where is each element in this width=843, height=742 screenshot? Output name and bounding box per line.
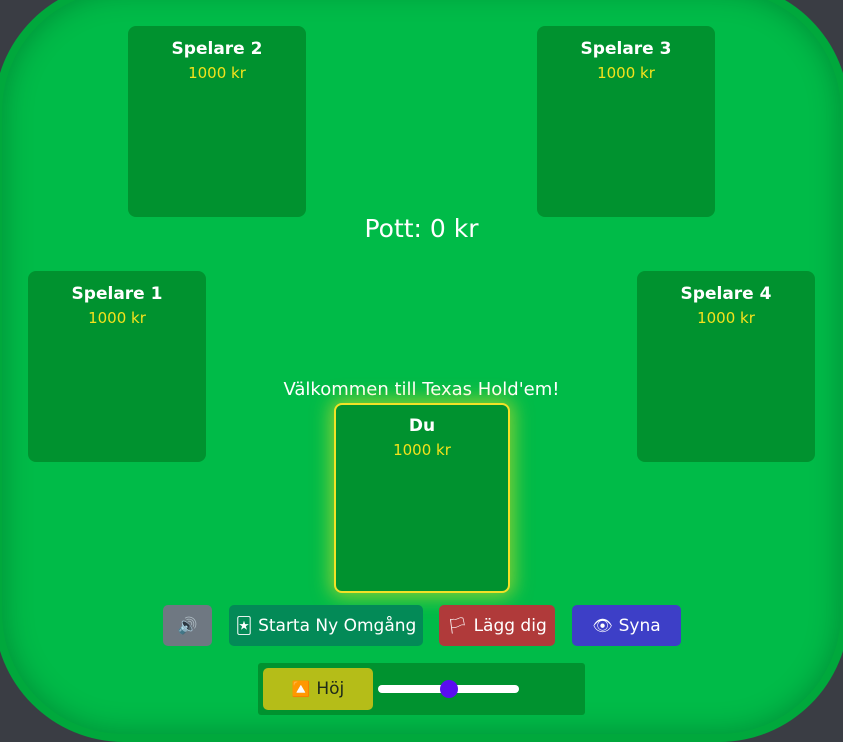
player-seat-2: Spelare 2 1000 kr xyxy=(128,26,306,217)
raise-controls: 🔼 Höj xyxy=(258,663,585,715)
sound-toggle-button[interactable]: 🔊 xyxy=(163,605,212,646)
player-seat-you: Du 1000 kr xyxy=(334,403,510,593)
player-seat-1: Spelare 1 1000 kr xyxy=(28,271,206,462)
raise-label: Höj xyxy=(316,679,345,699)
raise-button[interactable]: 🔼 Höj xyxy=(263,668,373,710)
fold-button[interactable]: 🏳 Lägg dig xyxy=(439,605,555,646)
call-label: Syna xyxy=(618,615,661,636)
new-round-label: Starta Ny Omgång xyxy=(258,615,417,636)
white-flag-icon: 🏳 xyxy=(447,616,468,635)
player-name: Spelare 4 xyxy=(680,284,772,304)
player-seat-4: Spelare 4 1000 kr xyxy=(637,271,815,462)
player-chips: 1000 kr xyxy=(697,309,755,327)
player-name: Spelare 3 xyxy=(580,39,672,59)
pot-label: Pott: 0 kr xyxy=(364,214,479,243)
fold-label: Lägg dig xyxy=(473,615,547,636)
up-arrow-icon: 🔼 xyxy=(291,680,311,698)
player-name: Spelare 2 xyxy=(171,39,263,59)
player-chips: 1000 kr xyxy=(597,64,655,82)
speaker-icon: 🔊 xyxy=(177,616,198,635)
player-name: Spelare 1 xyxy=(71,284,163,304)
joker-card-icon: 🃏 xyxy=(235,616,253,635)
new-round-button[interactable]: 🃏 Starta Ny Omgång xyxy=(229,605,423,646)
player-chips: 1000 kr xyxy=(393,441,451,459)
call-button[interactable]: 👁 Syna xyxy=(572,605,681,646)
eye-icon: 👁 xyxy=(592,616,613,635)
slider-thumb[interactable] xyxy=(439,680,458,698)
player-seat-3: Spelare 3 1000 kr xyxy=(537,26,715,217)
game-message: Välkommen till Texas Hold'em! xyxy=(283,379,560,400)
player-chips: 1000 kr xyxy=(188,64,246,82)
player-chips: 1000 kr xyxy=(88,309,146,327)
player-name: Du xyxy=(408,416,436,436)
raise-amount-slider[interactable] xyxy=(378,680,519,698)
